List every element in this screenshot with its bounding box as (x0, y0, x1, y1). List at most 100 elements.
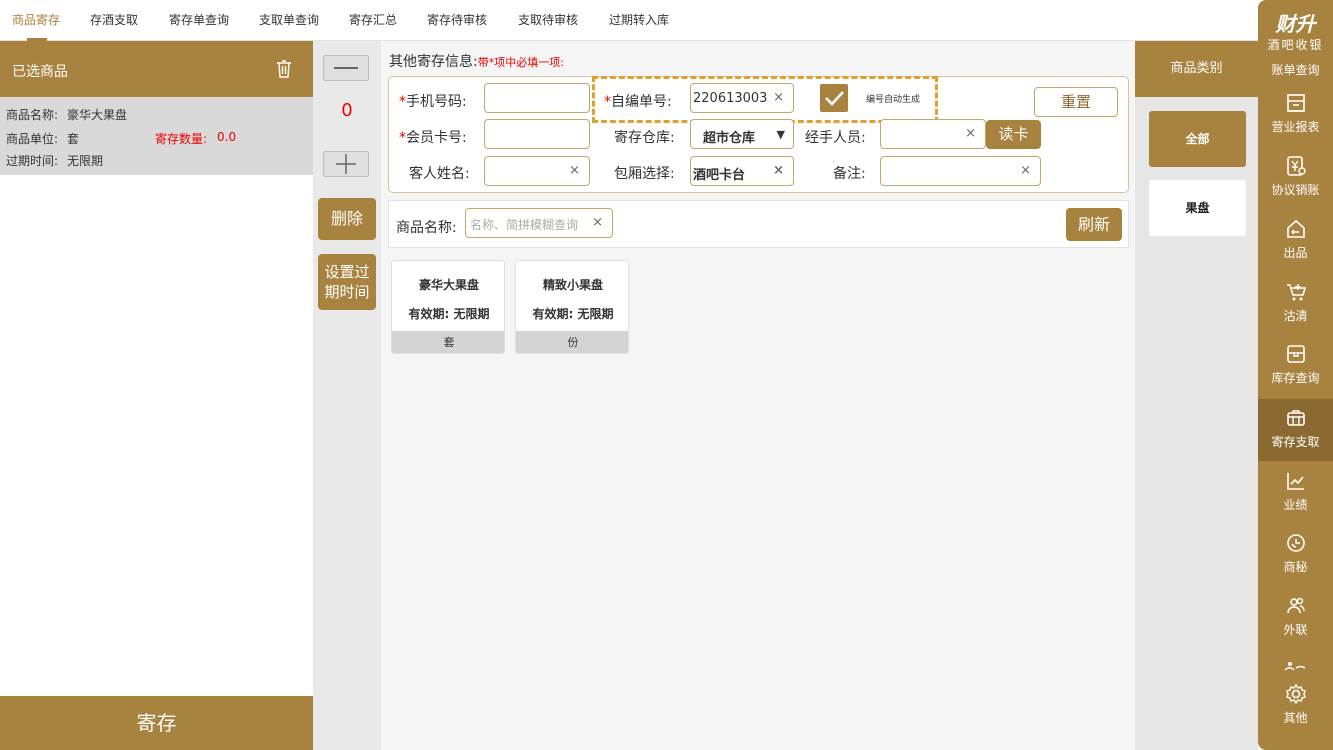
item-unit: 套 (67, 132, 80, 146)
tab-deposit-pending[interactable]: 寄存待审核 (427, 11, 487, 28)
product-unit: 份 (516, 331, 628, 353)
box-icon (1286, 345, 1305, 363)
trend-icon (1286, 473, 1304, 490)
room-select[interactable]: 酒吧卡台 × (690, 156, 794, 186)
nav-bill-query[interactable]: 账单查询 (1258, 61, 1333, 78)
room-value: 酒吧卡台 (693, 168, 746, 183)
goods-search-input[interactable]: 名称、简拼模糊查询 × (465, 208, 613, 238)
home-return-icon (1286, 219, 1305, 238)
wave-people-icon (1284, 656, 1306, 675)
category-panel: 商品类别 全部 果盘 (1135, 41, 1258, 750)
decrease-button[interactable] (323, 55, 369, 81)
increase-button[interactable] (323, 151, 369, 177)
tab-withdraw-query[interactable]: 支取单查询 (259, 11, 319, 28)
nav-label: 其他 (1283, 711, 1308, 725)
nav-agreement-writeoff[interactable]: 协议销账 (1258, 155, 1333, 198)
tab-expired-to-stock[interactable]: 过期转入库 (609, 11, 669, 28)
warehouse-select[interactable]: 超市仓库 ▼ (690, 119, 794, 149)
member-card-input[interactable] (484, 119, 590, 149)
nav-assistant[interactable]: 商秘 (1258, 532, 1333, 575)
cart-icon (1286, 284, 1306, 301)
reset-button[interactable]: 重置 (1034, 87, 1118, 117)
set-expire-button[interactable]: 设置过期时间 (318, 254, 376, 310)
search-label: 商品名称: (396, 220, 457, 236)
people-icon (1286, 597, 1305, 614)
item-expire: 无限期 (67, 154, 104, 168)
product-card[interactable]: 豪华大果盘 有效期: 无限期 套 (391, 260, 505, 354)
tab-wine-withdraw[interactable]: 存酒支取 (90, 11, 138, 28)
selected-goods-item[interactable]: 商品名称: 豪华大果盘 商品单位: 套 寄存数量: 0.0 过期时间: 无限期 (0, 97, 313, 175)
gear-icon (1285, 683, 1306, 705)
category-fruit-platter[interactable]: 果盘 (1149, 180, 1246, 236)
handler-label: 经手人员: (805, 130, 866, 146)
item-qty-label: 寄存数量: (155, 132, 208, 146)
brand-logo: 财升 (1275, 12, 1316, 36)
tab-goods-deposit[interactable]: 商品寄存 (12, 11, 60, 28)
item-unit-label: 商品单位: (6, 132, 59, 146)
nav-label: 寄存支取 (1271, 435, 1320, 449)
product-expire: 有效期: 无限期 (408, 307, 490, 321)
selected-goods-panel: 已选商品 商品名称: 豪华大果盘 商品单位: 套 寄存数量: 0.0 过期时间:… (0, 41, 313, 750)
nav-performance[interactable]: 业绩 (1258, 470, 1333, 513)
form-title: 其他寄存信息:带*项中必填一项: (389, 51, 564, 71)
tab-deposit-query[interactable]: 寄存单查询 (169, 11, 229, 28)
handler-input[interactable]: × (880, 119, 986, 149)
nav-deposit-withdraw[interactable]: 寄存支取 (1258, 407, 1333, 450)
guest-name-input[interactable]: × (484, 156, 590, 186)
nav-label: 业绩 (1283, 498, 1308, 512)
nav-output[interactable]: 出品 (1258, 218, 1333, 261)
nav-sold-out[interactable]: 沽清 (1258, 281, 1333, 324)
right-sidebar-nav: 财升 酒吧收银 账单查询 营业报表 协议销账 出品 沽清 库存查询 寄存支取 业… (1258, 0, 1333, 750)
item-name: 豪华大果盘 (67, 108, 128, 122)
nav-label: 库存查询 (1271, 371, 1320, 385)
product-unit: 套 (392, 331, 504, 353)
item-name-label: 商品名称: (6, 108, 59, 122)
deposit-info-form: *手机号码: *自编单号: 220613003 × 编号自动生成 重置 *会员卡… (388, 76, 1129, 193)
read-card-button[interactable]: 读卡 (986, 120, 1041, 149)
nav-stock-query[interactable]: 库存查询 (1258, 343, 1333, 386)
clear-icon[interactable]: × (1020, 163, 1031, 178)
category-title: 商品类别 (1135, 41, 1258, 97)
minus-icon (334, 67, 358, 69)
product-name: 豪华大果盘 (418, 278, 479, 292)
warehouse-value: 超市仓库 (703, 131, 756, 146)
yen-icon (1286, 156, 1306, 176)
product-card[interactable]: 精致小果盘 有效期: 无限期 份 (515, 260, 629, 354)
remark-input[interactable]: × (880, 156, 1041, 186)
dropdown-arrow-icon: ▼ (776, 128, 785, 141)
category-all[interactable]: 全部 (1149, 111, 1246, 167)
trash-icon[interactable] (276, 59, 292, 79)
plus-icon (336, 154, 356, 174)
form-hint: 带*项中必填一项: (477, 56, 564, 69)
nav-label: 外联 (1283, 623, 1308, 637)
product-expire: 有效期: 无限期 (532, 307, 614, 321)
room-label: 包厢选择: (614, 166, 675, 182)
item-expire-label: 过期时间: (6, 154, 59, 168)
report-icon (1286, 94, 1305, 112)
assistant-icon (1286, 534, 1305, 552)
highlight-box (592, 76, 938, 123)
tab-deposit-summary[interactable]: 寄存汇总 (349, 11, 397, 28)
deposit-submit-button[interactable]: 寄存 (0, 696, 313, 750)
search-placeholder: 名称、简拼模糊查询 (470, 218, 579, 232)
nav-label: 出品 (1283, 246, 1308, 260)
delete-button[interactable]: 删除 (318, 198, 376, 240)
warehouse-label: 寄存仓库: (614, 130, 675, 146)
refresh-button[interactable]: 刷新 (1066, 208, 1122, 241)
selected-goods-header: 已选商品 (0, 41, 313, 97)
nav-business-report[interactable]: 营业报表 (1258, 92, 1333, 135)
selected-goods-title: 已选商品 (12, 64, 68, 80)
nav-label: 账单查询 (1271, 63, 1320, 77)
nav-label: 沽清 (1283, 309, 1308, 323)
storage-icon (1286, 410, 1305, 426)
clear-icon[interactable]: × (773, 163, 784, 178)
phone-input[interactable] (484, 83, 590, 113)
top-tab-bar: 商品寄存 存酒支取 寄存单查询 支取单查询 寄存汇总 寄存待审核 支取待审核 过… (0, 0, 1258, 41)
nav-external[interactable]: 外联 (1258, 595, 1333, 638)
nav-other[interactable]: 其他 (1258, 683, 1333, 726)
clear-icon[interactable]: × (965, 126, 976, 141)
clear-icon[interactable]: × (592, 215, 603, 230)
main-content: 其他寄存信息:带*项中必填一项: *手机号码: *自编单号: 220613003… (381, 41, 1135, 750)
clear-icon[interactable]: × (569, 163, 580, 178)
tab-withdraw-pending[interactable]: 支取待审核 (518, 11, 578, 28)
